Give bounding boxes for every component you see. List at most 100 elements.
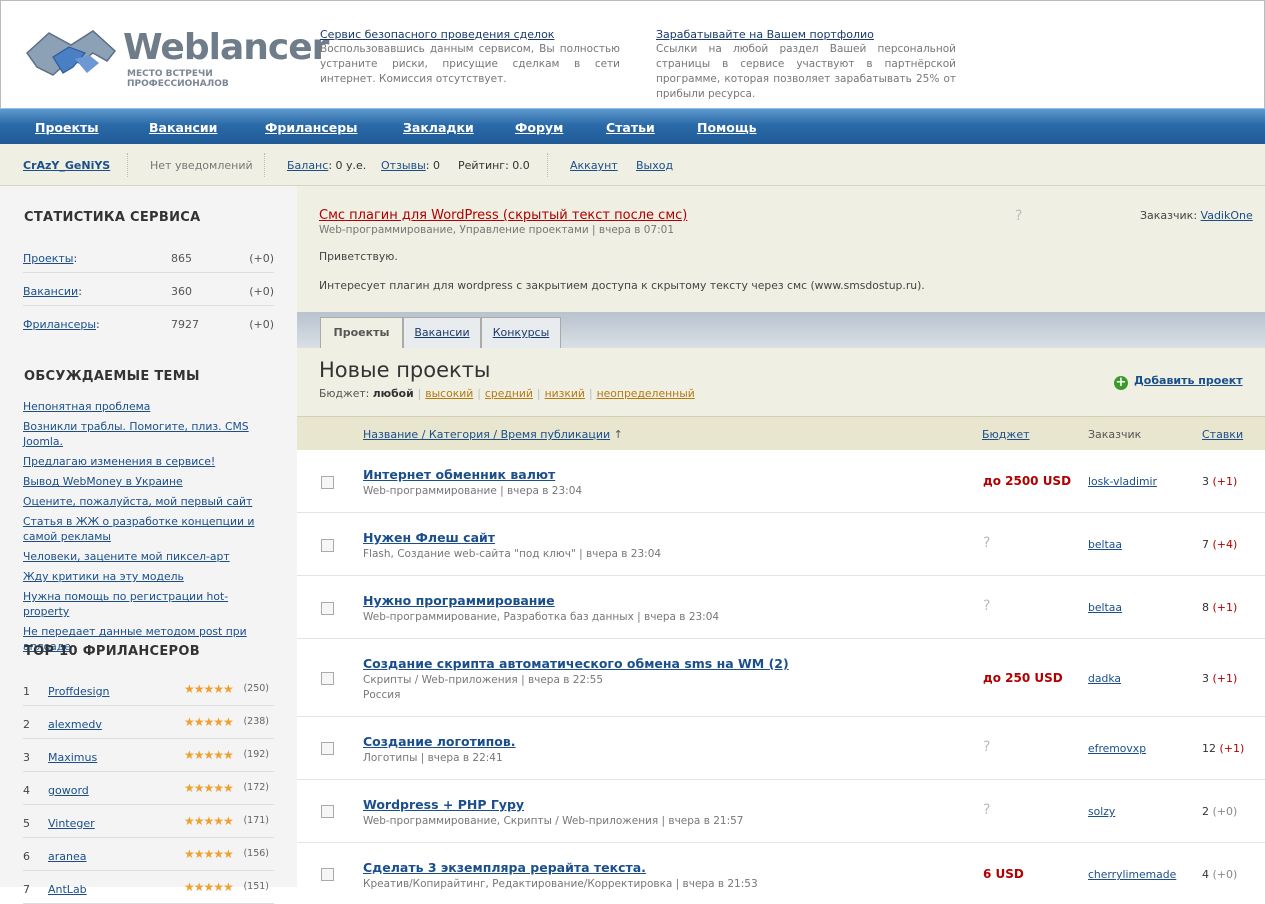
bookmark-checkbox[interactable] bbox=[321, 476, 334, 489]
project-title-link[interactable]: Интернет обменник валют bbox=[363, 467, 555, 482]
promo-safe-deals-link[interactable]: Сервис безопасного проведения сделок bbox=[320, 27, 620, 42]
divider: | bbox=[477, 387, 481, 400]
tab-projects[interactable]: Проекты bbox=[320, 317, 403, 348]
customer-link[interactable]: beltaa bbox=[1088, 601, 1122, 614]
stat-colon: : bbox=[73, 252, 78, 265]
tab-vacancies[interactable]: Вакансии bbox=[403, 317, 481, 348]
user-bar: CrAzY_GeNiYS Нет уведомлений Баланс: 0 у… bbox=[0, 144, 1265, 186]
project-title-link[interactable]: Создание скрипта автоматического обмена … bbox=[363, 656, 789, 671]
promo-portfolio-link[interactable]: Зарабатывайте на Вашем портфолио bbox=[656, 27, 956, 42]
customer-link[interactable]: dadka bbox=[1088, 672, 1121, 685]
table-row: Wordpress + PHP Гуру Web-программировани… bbox=[297, 780, 1265, 843]
featured-customer-link[interactable]: VadikOne bbox=[1201, 209, 1253, 222]
weblancer-logo[interactable]: Weblancer МЕСТО ВСТРЕЧИ ПРОФЕССИОНАЛОВ bbox=[23, 23, 329, 89]
freelancer-link[interactable]: aranea bbox=[48, 850, 86, 863]
project-title-link[interactable]: Создание логотипов. bbox=[363, 734, 516, 749]
nav-vacancies[interactable]: Вакансии bbox=[149, 120, 217, 135]
bookmark-checkbox[interactable] bbox=[321, 672, 334, 685]
bids-value: 8 bbox=[1202, 601, 1209, 614]
bids-value: 2 bbox=[1202, 805, 1209, 818]
rank: 7 bbox=[23, 883, 30, 896]
project-title-link[interactable]: Wordpress + PHP Гуру bbox=[363, 797, 524, 812]
bookmark-checkbox[interactable] bbox=[321, 742, 334, 755]
freelancer-link[interactable]: alexmedv bbox=[48, 718, 102, 731]
customer-link[interactable]: solzy bbox=[1088, 805, 1115, 818]
featured-project-title[interactable]: Смс плагин для WordPress (скрытый текст … bbox=[319, 208, 687, 223]
project-title-link[interactable]: Сделать 3 экземпляра рерайта текста. bbox=[363, 860, 646, 875]
nav-bookmarks[interactable]: Закладки bbox=[403, 120, 474, 135]
freelancer-row: 7 AntLab ★★★★★ (151) bbox=[23, 871, 274, 904]
freelancer-link[interactable]: Vinteger bbox=[48, 817, 95, 830]
logo-tagline: МЕСТО ВСТРЕЧИ ПРОФЕССИОНАЛОВ bbox=[127, 69, 229, 89]
budget-filter-low[interactable]: низкий bbox=[545, 387, 585, 400]
freelancer-row: 3 Maximus ★★★★★ (192) bbox=[23, 739, 274, 772]
freelancer-score: (192) bbox=[243, 749, 269, 760]
nav-forum[interactable]: Форум bbox=[515, 120, 563, 135]
customer-link[interactable]: cherrylimemade bbox=[1088, 868, 1176, 881]
main-nav: Проекты Вакансии Фрилансеры Закладки Фор… bbox=[0, 108, 1265, 144]
bookmark-checkbox[interactable] bbox=[321, 805, 334, 818]
topic-link[interactable]: Вывод WebMoney в Украине bbox=[23, 474, 273, 489]
sort-by-bids[interactable]: Ставки bbox=[1202, 428, 1243, 441]
topic-link[interactable]: Статья в ЖЖ о разработке концепции и сам… bbox=[23, 514, 273, 544]
freelancer-link[interactable]: Proffdesign bbox=[48, 685, 110, 698]
divider: | bbox=[588, 387, 593, 400]
customer-link[interactable]: beltaa bbox=[1088, 538, 1122, 551]
customer-link[interactable]: losk-vladimir bbox=[1088, 475, 1157, 488]
balance-link[interactable]: Баланс bbox=[287, 159, 328, 172]
bids-count: 4 (+0) bbox=[1202, 868, 1237, 881]
table-row: Нужно программирование Web-программирова… bbox=[297, 576, 1265, 639]
nav-projects[interactable]: Проекты bbox=[35, 120, 99, 135]
rank: 3 bbox=[23, 751, 30, 764]
account-link[interactable]: Аккаунт bbox=[570, 159, 618, 172]
promo-portfolio: Зарабатывайте на Вашем портфолио Ссылки … bbox=[656, 27, 956, 102]
add-project-link[interactable]: Добавить проект bbox=[1134, 374, 1243, 387]
topic-link[interactable]: Непонятная проблема bbox=[23, 399, 273, 414]
bids-delta: (+4) bbox=[1212, 538, 1238, 551]
rating: Рейтинг: 0.0 bbox=[458, 159, 530, 172]
reviews: Отзывы: 0 bbox=[381, 159, 440, 172]
sort-by-budget[interactable]: Бюджет bbox=[982, 428, 1030, 441]
username-link[interactable]: CrAzY_GeNiYS bbox=[23, 159, 110, 172]
stat-projects-link[interactable]: Проекты bbox=[23, 252, 74, 265]
table-row: Сделать 3 экземпляра рерайта текста. Кре… bbox=[297, 843, 1265, 890]
bookmark-checkbox[interactable] bbox=[321, 868, 334, 881]
topic-link[interactable]: Нужна помощь по регистрации hot-property bbox=[23, 589, 273, 619]
divider bbox=[127, 153, 128, 177]
stat-freelancers-link[interactable]: Фрилансеры bbox=[23, 318, 96, 331]
project-meta: Web-программирование | вчера в 23:04 bbox=[363, 485, 583, 497]
budget-filter-undefined[interactable]: неопределенный bbox=[597, 387, 695, 400]
nav-articles[interactable]: Статьи bbox=[606, 120, 655, 135]
nav-help[interactable]: Помощь bbox=[697, 120, 757, 135]
topic-link[interactable]: Жду критики на эту модель bbox=[23, 569, 273, 584]
freelancer-link[interactable]: Maximus bbox=[48, 751, 97, 764]
topic-link[interactable]: Возникли траблы. Помогите, плиз. CMS Joo… bbox=[23, 419, 273, 449]
sort-by-title[interactable]: Название / Категория / Время публикации bbox=[363, 428, 610, 441]
freelancer-link[interactable]: goword bbox=[48, 784, 89, 797]
divider bbox=[264, 153, 265, 177]
reviews-link[interactable]: Отзывы bbox=[381, 159, 426, 172]
handshake-icon bbox=[26, 30, 117, 76]
tab-contests[interactable]: Конкурсы bbox=[481, 317, 561, 348]
budget-filter-medium[interactable]: средний bbox=[485, 387, 533, 400]
site-header: Weblancer МЕСТО ВСТРЕЧИ ПРОФЕССИОНАЛОВ С… bbox=[0, 0, 1265, 108]
logout-link[interactable]: Выход bbox=[636, 159, 673, 172]
project-title-link[interactable]: Нужно программирование bbox=[363, 593, 555, 608]
bookmark-checkbox[interactable] bbox=[321, 602, 334, 615]
stat-value: 865 bbox=[171, 252, 192, 265]
featured-project-greeting: Приветствую. bbox=[319, 250, 398, 263]
budget-unknown-icon: ? bbox=[983, 739, 991, 755]
freelancer-link[interactable]: AntLab bbox=[48, 883, 87, 896]
bookmark-checkbox[interactable] bbox=[321, 539, 334, 552]
nav-freelancers[interactable]: Фрилансеры bbox=[265, 120, 357, 135]
customer-link[interactable]: efremovxp bbox=[1088, 742, 1146, 755]
topic-link[interactable]: Человеки, зацените мой пиксел-арт bbox=[23, 549, 273, 564]
topic-link[interactable]: Предлагаю изменения в сервисе! bbox=[23, 454, 273, 469]
topic-link[interactable]: Оцените, пожалуйста, мой первый сайт bbox=[23, 494, 273, 509]
add-project-button[interactable]: + Добавить проект bbox=[1114, 374, 1243, 390]
budget-filter-high[interactable]: высокий bbox=[425, 387, 473, 400]
project-title-link[interactable]: Нужен Флеш сайт bbox=[363, 530, 495, 545]
bids-value: 12 bbox=[1202, 742, 1216, 755]
freelancer-score: (238) bbox=[243, 716, 269, 727]
stat-vacancies-link[interactable]: Вакансии bbox=[23, 285, 78, 298]
